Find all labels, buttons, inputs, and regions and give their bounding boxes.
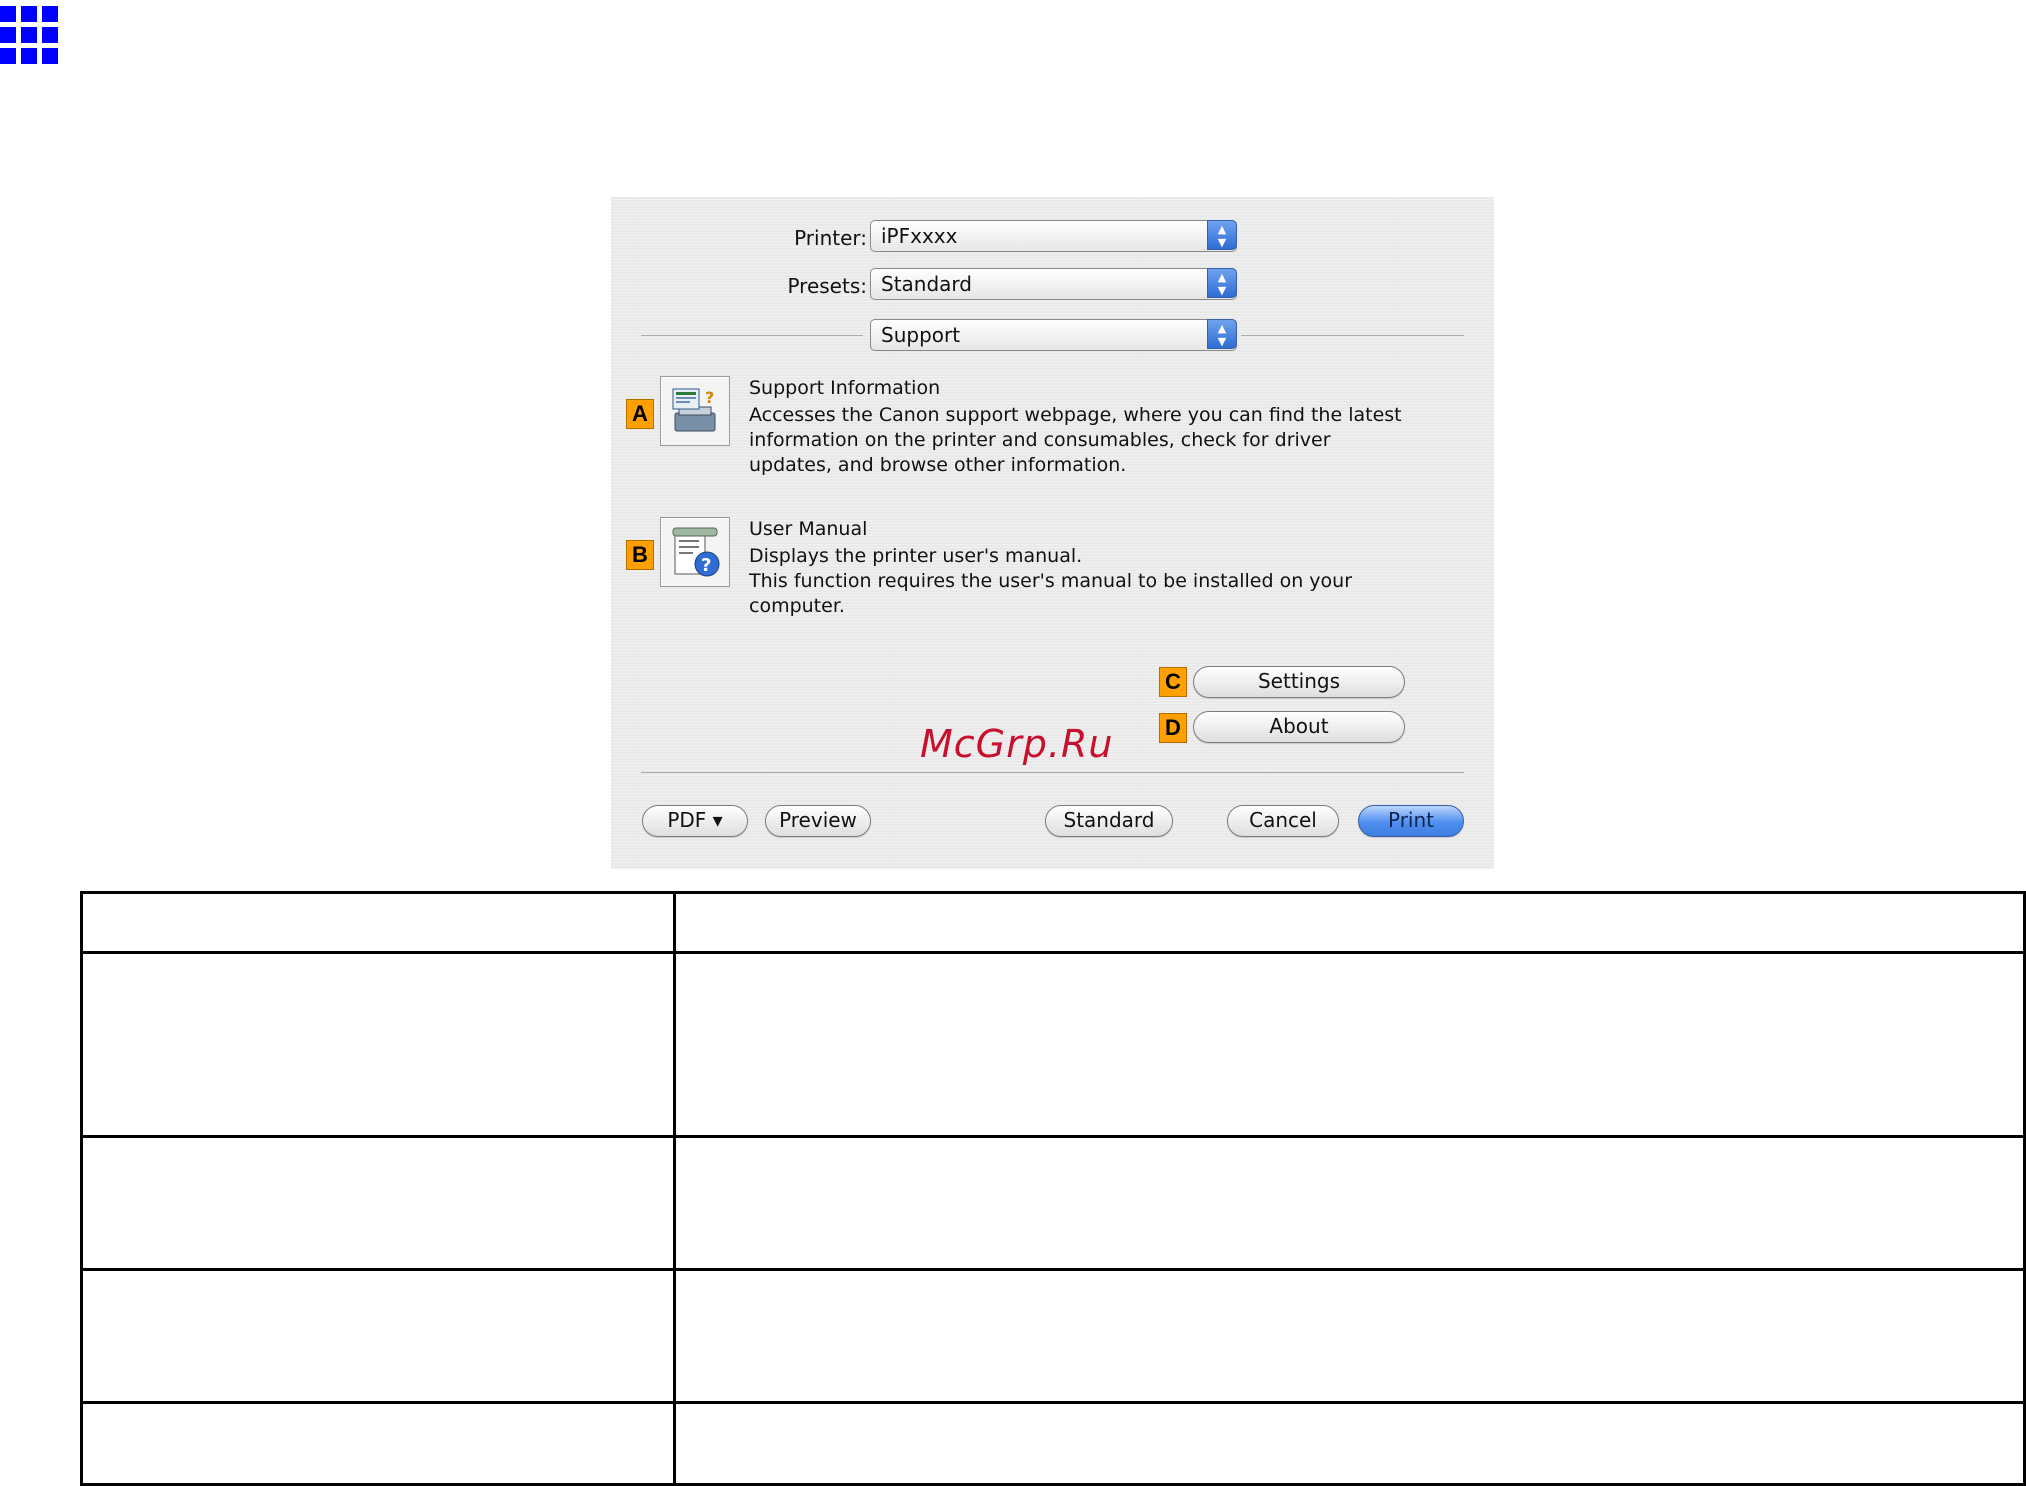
printer-label: Printer: [794,226,867,250]
presets-popup[interactable]: Standard ▲ ▼ [870,268,1237,300]
popup-arrows-icon: ▲ ▼ [1207,319,1237,349]
table-cell [673,891,2026,954]
table-row [80,1268,2026,1404]
preview-button[interactable]: Preview [765,805,871,837]
presets-label: Presets: [787,274,867,298]
panel-value: Support [881,323,961,347]
description-line: Accesses the Canon support webpage, wher… [749,404,1402,426]
cancel-button[interactable]: Cancel [1227,805,1339,837]
description-table [80,891,2026,1486]
table-row [80,951,2026,1138]
table-cell [80,1401,676,1486]
settings-button[interactable]: Settings [1193,666,1405,698]
table-row [80,1401,2026,1486]
table-row [80,1135,2026,1271]
printer-popup[interactable]: iPFxxxx ▲ ▼ [870,220,1237,252]
panel-popup[interactable]: Support ▲ ▼ [870,319,1237,351]
printer-value: iPFxxxx [881,224,958,248]
svg-text:?: ? [705,388,714,407]
separator [1241,335,1464,336]
support-info-icon: ? [672,388,716,432]
user-manual-icon: ? [672,527,720,577]
support-info-title: Support Information [749,377,941,399]
description-line: updates, and browse other information. [749,454,1127,476]
support-info-button[interactable]: ? [660,376,730,446]
pdf-menu-button[interactable]: PDF ▾ [642,805,748,837]
table-cell [80,891,676,954]
callout-badge-b: B [626,540,654,570]
user-manual-description: Displays the printer user's manual. This… [749,544,1352,619]
user-manual-button[interactable]: ? [660,517,730,587]
table-cell [673,1401,2026,1486]
print-dialog: Printer: iPFxxxx ▲ ▼ Presets: Standard ▲ ▼… [611,197,1494,869]
separator [641,335,863,336]
standard-button[interactable]: Standard [1045,805,1173,837]
table-cell [80,1268,676,1404]
description-line: This function requires the user's manual… [749,570,1353,592]
user-manual-title: User Manual [749,518,868,540]
presets-value: Standard [881,272,972,296]
table-cell [673,1135,2026,1271]
svg-text:?: ? [701,555,711,576]
description-line: information on the printer and consumabl… [749,429,1331,451]
about-button[interactable]: About [1193,711,1405,743]
callout-badge-a: A [626,399,654,429]
watermark: McGrp.Ru [920,722,1114,766]
callout-badge-d: D [1159,713,1187,743]
callout-badge-c: C [1159,667,1187,697]
table-cell [673,1268,2026,1404]
separator [641,772,1464,773]
support-info-description: Accesses the Canon support webpage, wher… [749,403,1402,478]
table-cell [80,1135,676,1271]
table-row [80,891,2026,954]
table-cell [673,951,2026,1138]
grid-menu-icon [0,6,58,64]
print-button[interactable]: Print [1358,805,1464,837]
popup-arrows-icon: ▲ ▼ [1207,220,1237,250]
table-cell [80,951,676,1138]
popup-arrows-icon: ▲ ▼ [1207,268,1237,298]
description-line: Displays the printer user's manual. [749,545,1083,567]
description-line: computer. [749,595,845,617]
